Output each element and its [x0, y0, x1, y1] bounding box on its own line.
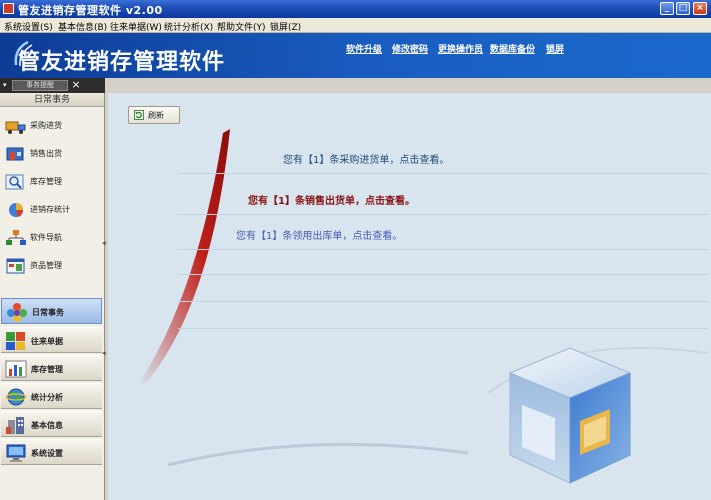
cube-logo — [508, 347, 632, 484]
divider — [178, 274, 708, 275]
globe-icon — [5, 388, 27, 406]
panel-tab-strip: ▾ 事务提醒 × — [0, 78, 105, 93]
refresh-icon — [134, 110, 144, 120]
flower-icon — [7, 303, 27, 322]
menu-bar: 系统设置(S) 基本信息(B) 往来单据(W) 统计分析(X) 帮助文件(Y) … — [0, 18, 711, 33]
magnifier-icon — [5, 174, 24, 190]
tab-reminders[interactable]: 事务提醒 — [12, 80, 68, 91]
nav-basic-info[interactable]: 基本信息 — [1, 411, 102, 437]
org-chart-icon — [6, 230, 26, 245]
maximize-button[interactable]: □ — [676, 2, 690, 15]
sidebar-item-sales[interactable]: 销售出货 — [3, 143, 101, 165]
refresh-button[interactable]: 刷新 — [128, 106, 180, 124]
pie-chart-icon — [9, 203, 24, 217]
truck-icon — [5, 121, 26, 134]
sales-reminder-link[interactable]: 您有【1】条销售出货单，点击查看。 — [248, 192, 415, 207]
monitor-icon — [6, 444, 26, 462]
sidebar-item-label: 资品管理 — [30, 261, 62, 270]
link-database-backup[interactable]: 数据库备份 — [490, 42, 535, 55]
title-bar: 管友进销存管理软件 v2.00 _ □ × — [0, 0, 711, 18]
menu-basic-info[interactable]: 基本信息(B) — [58, 20, 107, 33]
nav-statistics[interactable]: 统计分析 — [1, 383, 102, 409]
nav-label: 统计分析 — [31, 393, 63, 402]
divider — [178, 301, 708, 302]
refresh-label: 刷新 — [148, 111, 164, 120]
nav-system-settings[interactable]: 系统设置 — [1, 439, 102, 465]
link-software-upgrade[interactable]: 软件升级 — [346, 42, 382, 55]
sidebar-item-label: 采购进货 — [30, 121, 62, 130]
close-button[interactable]: × — [693, 2, 707, 15]
sidebar: 日常事务 采购进货 销售出货 库存管理 进销存统计 软件导航 资品管理 ◂ ◂ … — [0, 93, 106, 500]
panel-pin-icon[interactable]: ▾ — [3, 81, 7, 89]
sidebar-item-label: 软件导航 — [30, 233, 62, 242]
divider — [178, 249, 708, 250]
divider — [178, 214, 708, 215]
link-change-password[interactable]: 修改密码 — [392, 42, 428, 55]
sidebar-item-purchase[interactable]: 采购进货 — [3, 115, 101, 137]
banner-logo-text: 管友进销存管理软件 — [18, 50, 226, 75]
sidebar-item-label: 销售出货 — [30, 149, 62, 158]
nav-daily-affairs[interactable]: 日常事务 — [1, 298, 102, 324]
window-icon — [6, 258, 25, 274]
nav-label: 日常事务 — [32, 308, 64, 317]
outbound-reminder-link[interactable]: 您有【1】条领用出库单，点击查看。 — [236, 227, 402, 242]
nav-documents[interactable]: 往来单据 — [1, 327, 102, 353]
sidebar-section-title: 日常事务 — [0, 93, 104, 107]
puzzle-icon — [6, 332, 25, 350]
minimize-button[interactable]: _ — [660, 2, 674, 15]
nav-label: 往来单据 — [31, 337, 63, 346]
reminder-panel: 刷新 您有【1】条采购进货单，点击查看。 您有【1】条销售出货单，点击查看。 您… — [108, 93, 711, 500]
app-window: 管友进销存管理软件 v2.00 _ □ × 系统设置(S) 基本信息(B) 往来… — [0, 0, 711, 500]
app-icon — [3, 3, 14, 14]
sidebar-item-goods[interactable]: 资品管理 — [3, 255, 101, 277]
menu-system-settings[interactable]: 系统设置(S) — [4, 20, 53, 33]
app-banner: 管友进销存管理软件 软件升级 修改密码 更换操作员 数据库备份 锁屏 — [0, 33, 711, 78]
divider — [178, 328, 708, 329]
nav-label: 系统设置 — [31, 449, 63, 458]
link-lock-screen[interactable]: 锁屏 — [546, 42, 564, 55]
building-icon — [6, 417, 24, 434]
sidebar-item-label: 进销存统计 — [30, 205, 70, 214]
nav-label: 基本信息 — [31, 421, 63, 430]
nav-inventory[interactable]: 库存管理 — [1, 355, 102, 381]
sidebar-item-navigation[interactable]: 软件导航 — [3, 227, 101, 249]
sidebar-item-label: 库存管理 — [30, 177, 62, 186]
purchase-reminder-link[interactable]: 您有【1】条采购进货单，点击查看。 — [283, 151, 449, 166]
link-change-operator[interactable]: 更换操作员 — [438, 42, 483, 55]
menu-lock-screen[interactable]: 锁屏(Z) — [270, 20, 301, 33]
sidebar-item-inventory[interactable]: 库存管理 — [3, 171, 101, 193]
divider — [178, 173, 708, 174]
shop-icon — [6, 147, 24, 161]
sidebar-item-statistics[interactable]: 进销存统计 — [3, 199, 101, 221]
bar-chart-icon — [5, 360, 27, 378]
window-title: 管友进销存管理软件 v2.00 — [18, 4, 163, 17]
menu-documents[interactable]: 往来单据(W) — [110, 20, 162, 33]
panel-close-icon[interactable]: × — [70, 79, 82, 91]
menu-help[interactable]: 帮助文件(Y) — [217, 20, 266, 33]
menu-statistics[interactable]: 统计分析(X) — [164, 20, 213, 33]
nav-label: 库存管理 — [31, 365, 63, 374]
